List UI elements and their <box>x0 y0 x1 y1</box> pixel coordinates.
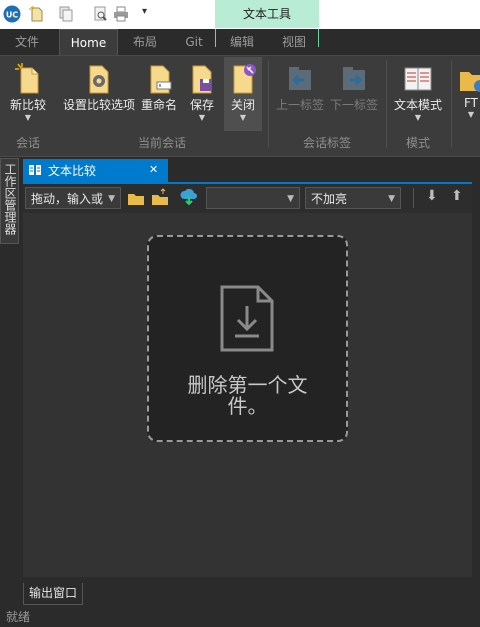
previous-difference-icon[interactable]: ⬆ <box>451 188 463 204</box>
tab-file[interactable]: 文件 <box>8 29 46 55</box>
save-label: 保存 <box>189 98 214 112</box>
title-bar: UC ▾ 文本工具 <box>0 0 480 29</box>
compare-options-icon <box>83 62 115 96</box>
text-mode-button[interactable]: 文本模式 ▼ <box>391 62 445 123</box>
new-compare-icon <box>12 62 44 96</box>
dropdown-caret: ▼ <box>24 113 32 122</box>
uc-logo-icon[interactable]: UC <box>3 5 21 23</box>
close-doc-icon <box>227 62 259 96</box>
next-tab-button[interactable]: 下一标签 <box>328 62 380 113</box>
tab-layout[interactable]: 布局 <box>125 29 165 55</box>
previous-tab-button[interactable]: 上一标签 <box>274 62 326 113</box>
close-tab-icon[interactable]: ✕ <box>149 163 158 176</box>
status-bar: 就绪 <box>0 607 480 627</box>
close-label: 关闭 <box>230 98 255 112</box>
next-tab-label: 下一标签 <box>329 98 378 112</box>
svg-text:UC: UC <box>6 11 18 20</box>
file-download-icon <box>219 284 275 354</box>
toolbar-separator <box>413 188 414 208</box>
save-button[interactable]: 保存 ▼ <box>183 62 221 123</box>
close-button[interactable]: 关闭 ▼ <box>224 57 262 131</box>
group-label-mode: 模式 <box>405 136 430 150</box>
path-input-text: 拖动，输入或 <box>31 192 104 206</box>
dropdown-caret: ▼ <box>467 110 475 119</box>
drop-zone-text-line1: 删除第一个文 <box>187 373 308 397</box>
dropdown-caret: ▼ <box>198 113 206 122</box>
doc-tab-text-compare[interactable]: 文本比较 ✕ <box>23 159 168 182</box>
new-compare-button[interactable]: 新比较 ▼ <box>6 62 50 123</box>
next-tab-icon <box>338 62 370 96</box>
context-divider <box>215 29 216 47</box>
workspace-manager-label: 工作区管理器 <box>3 163 17 235</box>
compare-options-label: 设置比较选项 <box>62 98 135 112</box>
rename-icon <box>143 62 175 96</box>
print-preview-icon[interactable] <box>92 5 110 23</box>
open-folder-icon[interactable] <box>127 190 145 206</box>
tab-edit[interactable]: 编辑 <box>222 29 262 55</box>
copy-document-icon[interactable] <box>57 5 75 23</box>
drop-zone-text: 删除第一个文 件。 <box>147 375 348 417</box>
chevron-down-icon[interactable]: ▼ <box>287 188 294 210</box>
print-icon[interactable] <box>112 5 130 23</box>
group-label-session: 会话 <box>15 136 40 150</box>
new-compare-label: 新比较 <box>9 98 46 112</box>
text-mode-icon <box>402 62 434 96</box>
doc-tab-label: 文本比较 <box>48 164 97 178</box>
chevron-down-icon[interactable]: ▼ <box>388 188 395 210</box>
context-divider <box>318 29 319 47</box>
ribbon: 新比较 ▼ 设置比较选项 重命名 保存 ▼ 关闭 ▼ 上一标签 下一标签 文本模… <box>0 55 480 157</box>
tab-git[interactable]: Git <box>178 29 210 55</box>
text-mode-label: 文本模式 <box>393 98 442 112</box>
rename-button[interactable]: 重命名 <box>139 62 179 113</box>
tab-home[interactable]: Home <box>59 29 118 56</box>
dropdown-caret: ▼ <box>414 113 422 122</box>
rename-label: 重命名 <box>140 98 177 112</box>
browse-folder-icon[interactable] <box>151 188 169 206</box>
group-label-current-session: 当前会话 <box>137 136 186 150</box>
workspace-manager-tab[interactable]: 工作区管理器 <box>0 158 19 244</box>
previous-tab-icon <box>284 62 316 96</box>
new-document-icon[interactable] <box>28 5 46 23</box>
drop-zone-text-line2: 件。 <box>227 394 268 418</box>
customize-quick-access-icon[interactable]: ▾ <box>142 6 160 24</box>
context-tab-header: 文本工具 <box>215 0 319 28</box>
ftp-button[interactable]: FT ▼ <box>456 62 480 120</box>
path-input[interactable]: 拖动，输入或 ▼ <box>25 187 121 209</box>
chevron-down-icon[interactable]: ▼ <box>108 188 115 210</box>
output-window-tab[interactable]: 输出窗口 <box>23 583 83 605</box>
next-difference-icon[interactable]: ⬇ <box>426 188 438 204</box>
text-compare-icon <box>28 163 42 177</box>
highlight-combo[interactable]: 不加亮 ▼ <box>305 187 401 209</box>
ftp-folder-icon <box>456 62 480 96</box>
cloud-download-icon[interactable] <box>180 188 198 206</box>
compare-toolbar: 拖动，输入或 ▼ ▼ 不加亮 ▼ ⬇ ⬆ <box>23 184 472 213</box>
group-separator <box>386 60 387 148</box>
group-label-session-tabs: 会话标签 <box>302 136 351 150</box>
previous-tab-label: 上一标签 <box>275 98 324 112</box>
group-separator <box>451 60 452 148</box>
dropdown-caret: ▼ <box>239 113 247 122</box>
save-icon <box>186 62 218 96</box>
tab-view[interactable]: 视图 <box>274 29 314 55</box>
secondary-combo[interactable]: ▼ <box>206 187 300 209</box>
ftp-label: FT <box>463 96 479 110</box>
ribbon-tab-row: 文件 Home 布局 Git 编辑 视图 <box>0 29 480 56</box>
group-separator <box>268 60 269 148</box>
highlight-combo-text: 不加亮 <box>311 192 348 206</box>
compare-options-button[interactable]: 设置比较选项 <box>61 62 137 113</box>
